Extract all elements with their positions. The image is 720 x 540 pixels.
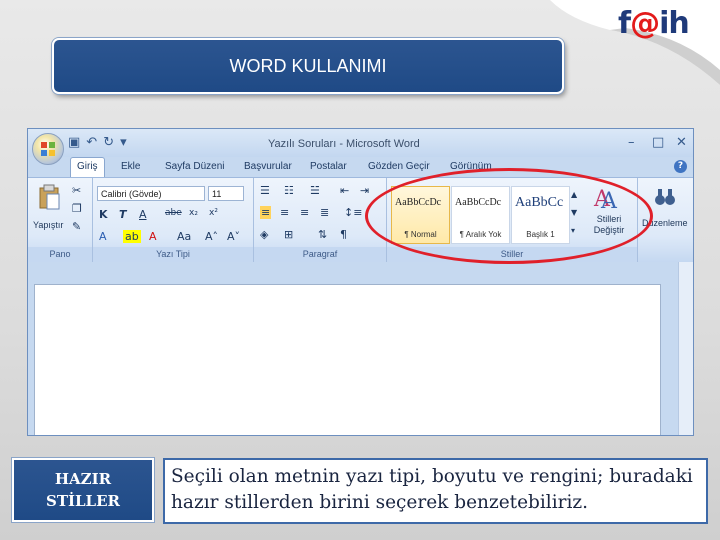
title-bar: ▣↶↻▾ Yazılı Soruları - Microsoft Word – … [28,129,693,165]
bullets-icon[interactable]: ☰ [260,184,270,197]
group-label-font: Yazı Tipi [93,247,253,261]
redo-icon[interactable]: ↻ [103,135,120,150]
slide-title-text: WORD KULLANIMI [229,55,387,76]
tab-insert[interactable]: Ekle [121,161,140,172]
vertical-scrollbar[interactable] [678,262,693,435]
cut-icon[interactable]: ✂ [72,184,81,197]
align-right-icon[interactable]: ≡ [300,206,309,219]
show-formatting-icon[interactable]: ¶ [340,228,347,241]
italic-icon[interactable]: T [119,208,127,221]
subscript-icon[interactable]: x₂ [189,208,198,218]
group-clipboard: Yapıştır ✂ ❐ ✎ Pano [28,178,93,262]
minimize-icon[interactable]: – [628,135,635,150]
copy-icon[interactable]: ❐ [72,202,82,215]
binoculars-icon[interactable] [654,186,676,208]
highlight-icon[interactable]: ab [123,230,141,243]
multilevel-list-icon[interactable]: ☱ [310,184,320,197]
borders-icon[interactable]: ⊞ [284,228,293,241]
align-left-icon[interactable]: ≡ [260,206,272,219]
tab-home[interactable]: Giriş [70,157,105,177]
group-label-clipboard: Pano [28,247,92,261]
help-icon[interactable]: ? [674,160,687,173]
slide-title: WORD KULLANIMI [52,38,564,94]
grow-font-icon[interactable]: A˄ [205,230,218,243]
tab-page-layout[interactable]: Sayfa Düzeni [165,161,224,172]
office-logo-icon [41,142,55,156]
close-icon[interactable]: ✕ [676,135,687,150]
paste-icon[interactable] [38,184,60,210]
align-center-icon[interactable]: ≡ [280,206,289,219]
superscript-icon[interactable]: x² [209,208,218,218]
tab-review[interactable]: Gözden Geçir [368,161,430,172]
increase-indent-icon[interactable]: ⇥ [360,184,369,197]
paste-button[interactable]: Yapıştır [33,220,63,230]
label-box-text: HAZIR STİLLER [45,470,120,510]
justify-icon[interactable]: ≣ [320,206,329,219]
group-label-paragraph: Paragraf [254,247,386,261]
fatih-logo: f@ih [618,6,690,41]
tab-mailings[interactable]: Postalar [310,161,347,172]
word-window: ▣↶↻▾ Yazılı Soruları - Microsoft Word – … [27,128,694,436]
styles-highlight-oval [365,168,653,264]
text-effects-icon[interactable]: A [99,230,107,243]
shading-icon[interactable]: ◈ [260,228,268,241]
numbering-icon[interactable]: ☷ [284,184,294,197]
group-font: Calibri (Gövde) 11 K T A abe x₂ x² A ab … [93,178,254,262]
change-case-icon[interactable]: Aa [177,230,191,243]
label-box: HAZIR STİLLER [12,458,154,522]
strikethrough-icon[interactable]: abe [165,208,182,218]
document-page[interactable] [34,284,661,435]
font-color-icon[interactable]: A [149,230,157,243]
description-box: Seçili olan metnin yazı tipi, boyutu ve … [163,458,708,524]
undo-icon[interactable]: ↶ [86,135,103,150]
bold-icon[interactable]: K [99,208,108,221]
quick-access-toolbar[interactable]: ▣↶↻▾ [68,135,133,150]
line-spacing-icon[interactable]: ↕≡ [344,206,362,219]
font-size-combo[interactable]: 11 [208,186,244,201]
underline-icon[interactable]: A [139,208,147,221]
tab-references[interactable]: Başvurular [244,161,292,172]
customize-icon[interactable]: ▾ [120,135,133,150]
shrink-font-icon[interactable]: A˅ [227,230,240,243]
ribbon-tabs: Giriş Ekle Sayfa Düzeni Başvurular Posta… [28,157,693,177]
window-title: Yazılı Soruları - Microsoft Word [268,138,420,150]
sort-icon[interactable]: ⇅ [318,228,327,241]
decrease-indent-icon[interactable]: ⇤ [340,184,349,197]
font-name-combo[interactable]: Calibri (Gövde) [97,186,205,201]
format-painter-icon[interactable]: ✎ [72,220,81,233]
description-text: Seçili olan metnin yazı tipi, boyutu ve … [171,466,693,513]
document-area [28,262,693,435]
save-icon[interactable]: ▣ [68,135,86,150]
maximize-icon[interactable]: □ [652,135,664,150]
